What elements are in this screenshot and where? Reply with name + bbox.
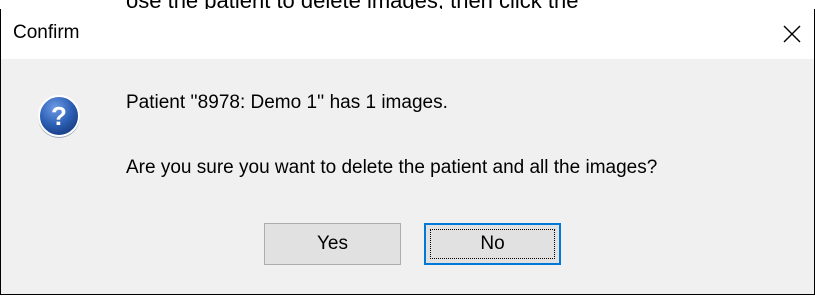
close-icon bbox=[783, 25, 801, 43]
dialog-body: ? Patient ''8978: Demo 1'' has 1 images.… bbox=[1, 59, 814, 294]
dialog-title: Confirm bbox=[13, 22, 80, 43]
message-line-2: Are you sure you want to delete the pati… bbox=[126, 157, 658, 178]
close-button[interactable] bbox=[772, 14, 812, 54]
svg-text:?: ? bbox=[51, 101, 67, 131]
no-button-label: No bbox=[480, 233, 505, 254]
yes-button[interactable]: Yes bbox=[264, 223, 401, 265]
message-line-1: Patient ''8978: Demo 1'' has 1 images. bbox=[126, 92, 448, 113]
yes-button-label: Yes bbox=[317, 233, 348, 254]
question-icon: ? bbox=[38, 95, 80, 138]
no-button[interactable]: No bbox=[424, 223, 561, 265]
dialog-titlebar: Confirm bbox=[1, 9, 814, 59]
confirm-dialog: Confirm ? Patient ''8978: Demo 1'' has 1… bbox=[0, 9, 815, 295]
